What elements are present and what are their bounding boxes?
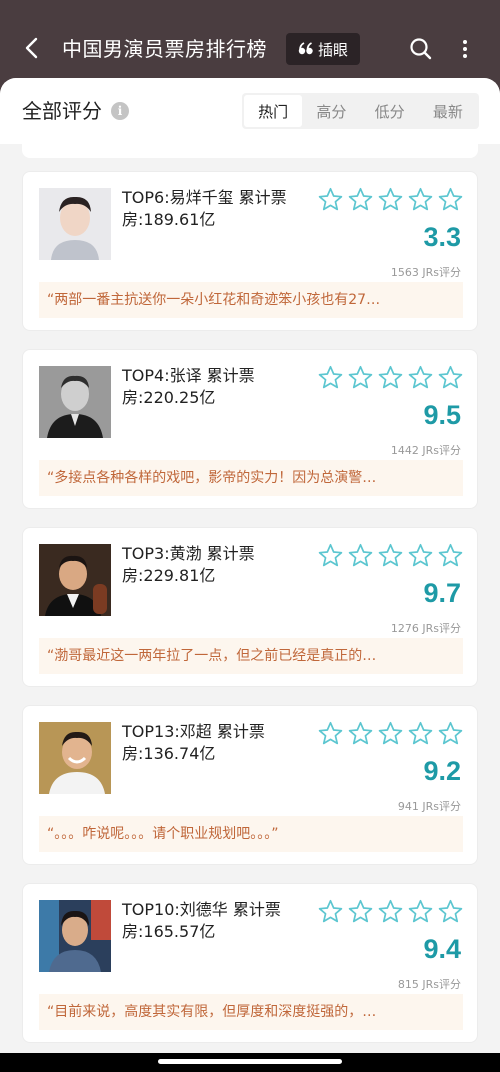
average-score: 9.2 (423, 756, 461, 786)
actor-rank-name: TOP6:易烊千玺 累计票 (122, 188, 287, 207)
star-rating[interactable] (317, 720, 464, 747)
average-score: 3.3 (423, 222, 461, 252)
actor-rank-name: TOP13:邓超 累计票 (122, 722, 265, 741)
rating-count: 1442 JRs评分 (390, 444, 461, 457)
average-score: 9.7 (423, 578, 461, 608)
top-comment[interactable]: “两部一番主抗送你一朵小红花和奇迹笨小孩也有27… (39, 282, 463, 318)
avatar (39, 722, 111, 794)
rating-card[interactable]: TOP4:张译 累计票 房:220.25亿 9.5 1442 JRs评分 “多接… (22, 349, 478, 509)
star-icon[interactable] (347, 720, 374, 747)
tab-latest[interactable]: 最新 (419, 95, 477, 127)
info-icon[interactable]: i (111, 102, 129, 120)
section-title: 全部评分 (22, 99, 102, 123)
home-indicator[interactable] (158, 1059, 342, 1064)
star-icon[interactable] (347, 542, 374, 569)
star-icon[interactable] (437, 898, 464, 925)
star-rating[interactable] (317, 898, 464, 925)
star-icon[interactable] (377, 898, 404, 925)
star-icon[interactable] (317, 898, 344, 925)
bookmark-chip-button[interactable]: 插眼 (286, 33, 360, 65)
quote-icon (298, 42, 313, 55)
star-icon[interactable] (347, 186, 374, 213)
average-score: 9.4 (423, 934, 461, 964)
actor-rank-name: TOP10:刘德华 累计票 (122, 900, 281, 919)
actor-rank-name: TOP4:张译 累计票 (122, 366, 255, 385)
actor-rank-name: TOP3:黄渤 累计票 (122, 544, 255, 563)
tab-high-score[interactable]: 高分 (302, 95, 360, 127)
chip-label: 插眼 (317, 40, 348, 59)
actor-box-office: 房:220.25亿 (122, 388, 216, 407)
actor-box-office: 房:136.74亿 (122, 744, 216, 763)
star-icon[interactable] (407, 898, 434, 925)
star-icon[interactable] (377, 364, 404, 391)
star-icon[interactable] (407, 364, 434, 391)
actor-info: TOP10:刘德华 累计票 房:165.57亿 (122, 899, 310, 943)
sort-tabs: 热门 高分 低分 最新 (242, 93, 479, 129)
previous-card-edge (22, 144, 478, 158)
star-icon[interactable] (317, 364, 344, 391)
star-icon[interactable] (347, 364, 374, 391)
actor-info: TOP13:邓超 累计票 房:136.74亿 (122, 721, 310, 765)
star-icon[interactable] (437, 364, 464, 391)
avatar (39, 544, 111, 616)
star-icon[interactable] (377, 720, 404, 747)
star-icon[interactable] (377, 542, 404, 569)
top-comment[interactable]: “多接点各种各样的戏吧，影帝的实力！因为总演警… (39, 460, 463, 496)
star-icon[interactable] (317, 186, 344, 213)
rating-count: 941 JRs评分 (397, 800, 461, 813)
star-rating[interactable] (317, 542, 464, 569)
star-icon[interactable] (437, 542, 464, 569)
rating-count: 1276 JRs评分 (390, 622, 461, 635)
rating-count: 815 JRs评分 (397, 978, 461, 991)
tab-low-score[interactable]: 低分 (361, 95, 419, 127)
top-comment[interactable]: “渤哥最近这一两年拉了一点，但之前已经是真正的… (39, 638, 463, 674)
rating-card[interactable]: TOP6:易烊千玺 累计票 房:189.61亿 3.3 1563 JRs评分 “… (22, 171, 478, 331)
top-comment[interactable]: “。。。咋说呢。。。请个职业规划吧。。。” (39, 816, 463, 852)
rating-card[interactable]: TOP3:黄渤 累计票 房:229.81亿 9.7 1276 JRs评分 “渤哥… (22, 527, 478, 687)
rating-card[interactable]: TOP10:刘德华 累计票 房:165.57亿 9.4 815 JRs评分 “目… (22, 883, 478, 1043)
actor-info: TOP4:张译 累计票 房:220.25亿 (122, 365, 310, 409)
star-icon[interactable] (347, 898, 374, 925)
ratings-sheet: 全部评分 i 热门 高分 低分 最新 TOP6:易烊千玺 累计票 房:189.6… (0, 78, 500, 1053)
average-score: 9.5 (423, 400, 461, 430)
search-icon[interactable] (408, 36, 434, 62)
star-icon[interactable] (407, 542, 434, 569)
page-title: 中国男演员票房排行榜 (62, 37, 267, 61)
actor-box-office: 房:165.57亿 (122, 922, 216, 941)
star-icon[interactable] (407, 720, 434, 747)
back-arrow-icon[interactable] (18, 34, 46, 62)
avatar (39, 900, 111, 972)
star-icon[interactable] (317, 542, 344, 569)
actor-info: TOP3:黄渤 累计票 房:229.81亿 (122, 543, 310, 587)
actor-info: TOP6:易烊千玺 累计票 房:189.61亿 (122, 187, 310, 231)
tab-hot[interactable]: 热门 (244, 95, 303, 127)
more-vertical-icon[interactable] (456, 36, 474, 62)
star-icon[interactable] (437, 186, 464, 213)
actor-box-office: 房:189.61亿 (122, 210, 216, 229)
sheet-header: 全部评分 i 热门 高分 低分 最新 (0, 78, 500, 144)
actor-box-office: 房:229.81亿 (122, 566, 216, 585)
star-rating[interactable] (317, 186, 464, 213)
rating-card[interactable]: TOP13:邓超 累计票 房:136.74亿 9.2 941 JRs评分 “。。… (22, 705, 478, 865)
rating-count: 1563 JRs评分 (390, 266, 461, 279)
star-icon[interactable] (437, 720, 464, 747)
avatar (39, 366, 111, 438)
star-icon[interactable] (377, 186, 404, 213)
avatar (39, 188, 111, 260)
star-icon[interactable] (317, 720, 344, 747)
star-icon[interactable] (407, 186, 434, 213)
top-comment[interactable]: “目前来说，高度其实有限，但厚度和深度挺强的，… (39, 994, 463, 1030)
star-rating[interactable] (317, 364, 464, 391)
